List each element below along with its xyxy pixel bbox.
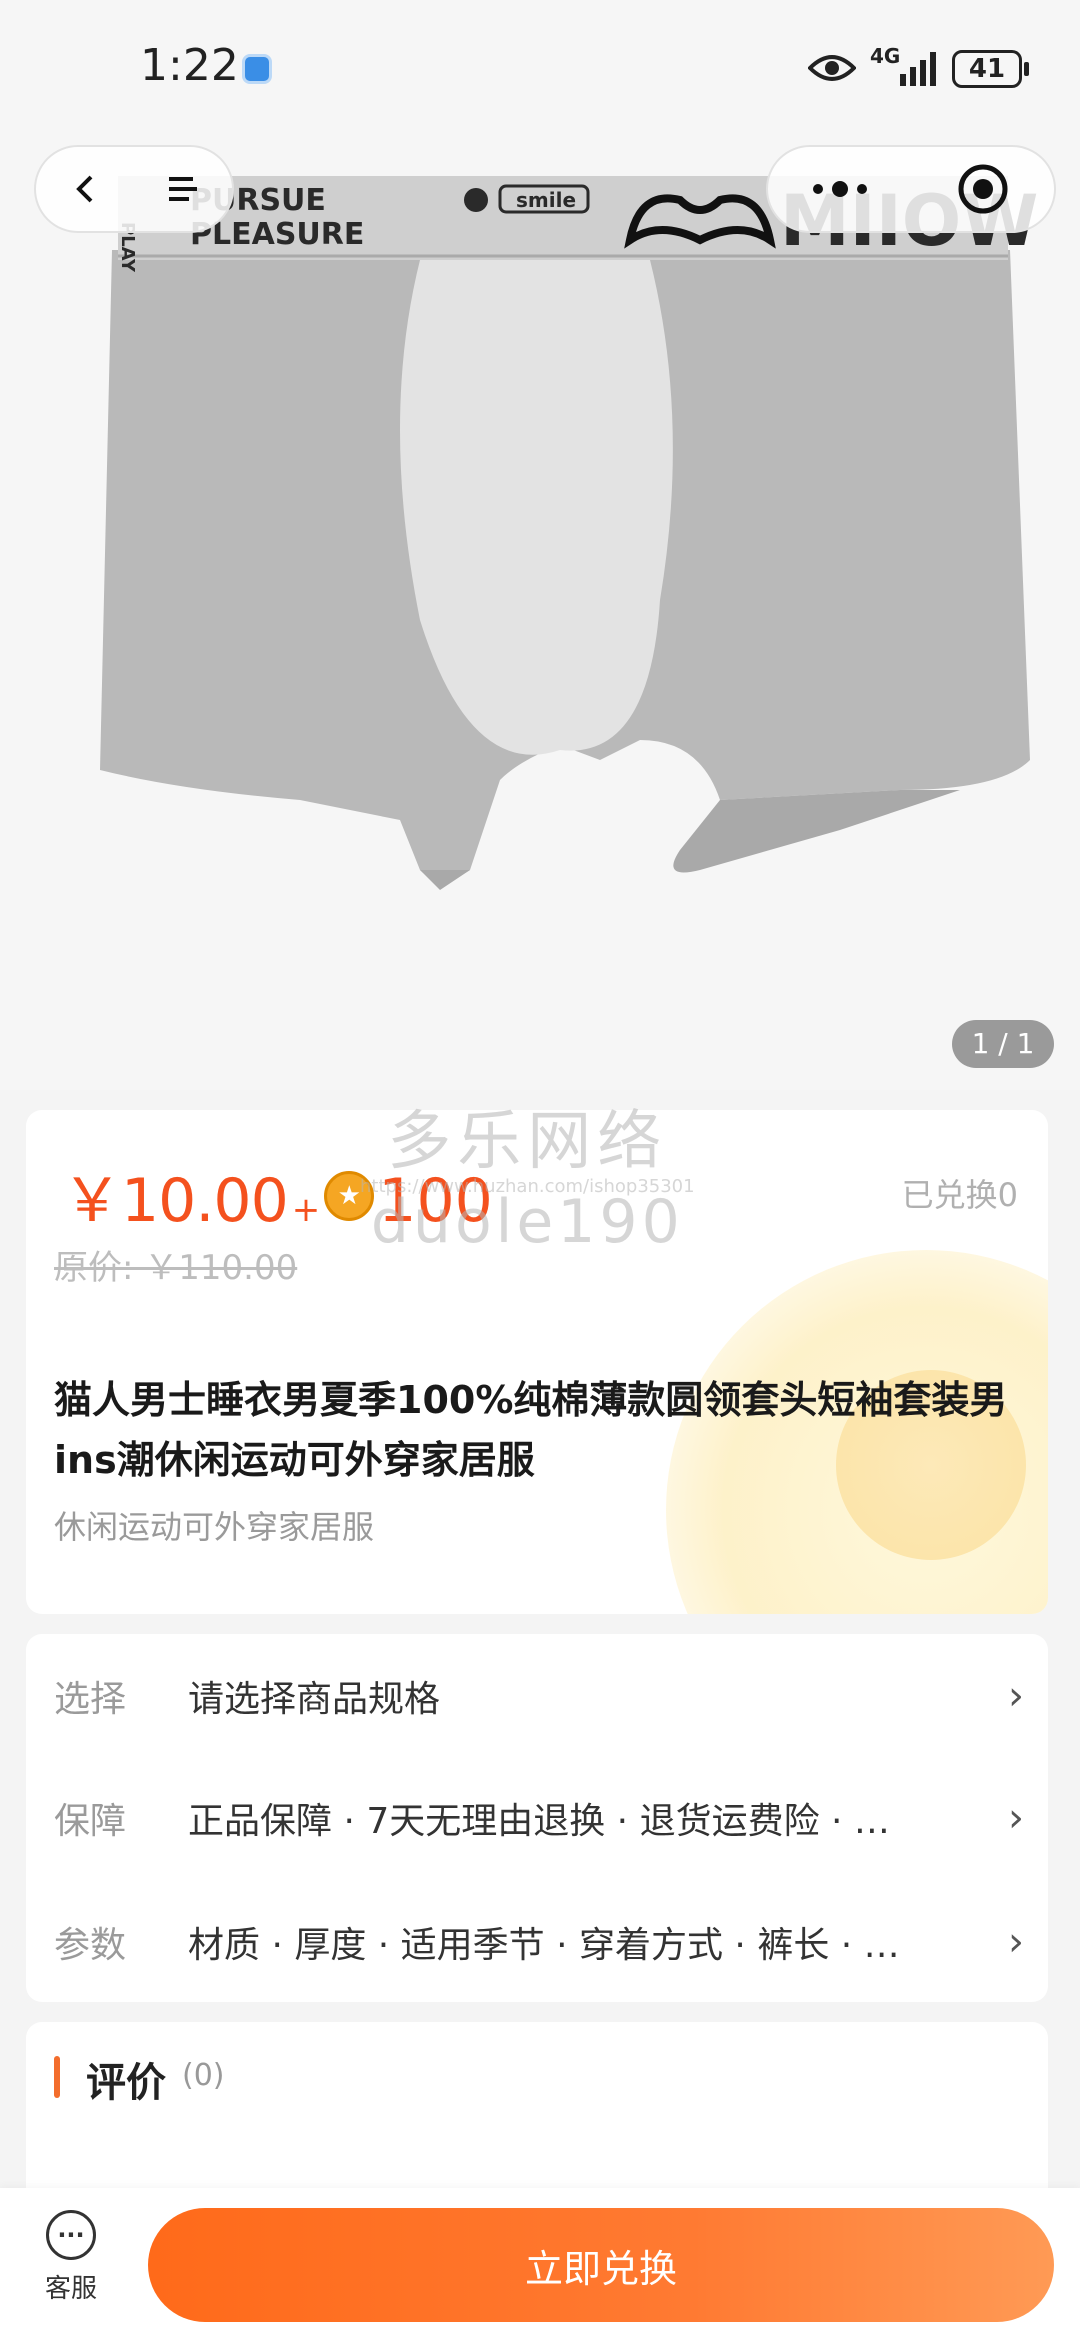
option-value: 材质 · 厚度 · 适用季节 · 穿着方式 · 裤长 · … bbox=[188, 1925, 900, 1966]
option-value: 正品保障 · 7天无理由退换 · 退货运费险 · … bbox=[188, 1801, 890, 1842]
image-page-indicator: 1 / 1 bbox=[952, 1020, 1054, 1068]
signal-icon bbox=[900, 52, 936, 86]
bottom-action-bar: ··· 客服 立即兑换 bbox=[0, 2188, 1080, 2340]
chevron-right-icon: › bbox=[1008, 1795, 1024, 1841]
back-icon bbox=[76, 175, 93, 203]
section-accent-bar bbox=[54, 2056, 60, 2098]
nav-left-capsule bbox=[34, 145, 234, 233]
price-plus: + bbox=[291, 1190, 321, 1230]
back-button[interactable] bbox=[36, 147, 134, 231]
redeem-now-button[interactable]: 立即兑换 bbox=[148, 2208, 1054, 2322]
watermark-line-3: duole190 bbox=[370, 1187, 684, 1257]
waistband-print-3: smile bbox=[516, 188, 576, 212]
chevron-right-icon: › bbox=[1008, 1919, 1024, 1965]
network-type: 4G bbox=[870, 44, 901, 68]
close-miniapp-button[interactable] bbox=[911, 147, 1054, 231]
status-time: 1:22 bbox=[140, 40, 239, 91]
option-row-guarantee[interactable]: 保障 正品保障 · 7天无理由退换 · 退货运费险 · … › bbox=[54, 1778, 1024, 1858]
watermark-line-1: 多乐网络 bbox=[387, 1105, 668, 1179]
option-row-params[interactable]: 参数 材质 · 厚度 · 适用季节 · 穿着方式 · 裤长 · … › bbox=[54, 1902, 1024, 1982]
reviews-count: (0) bbox=[182, 2058, 225, 2093]
battery-icon bbox=[1024, 62, 1029, 76]
chat-icon: ··· bbox=[46, 2210, 96, 2260]
option-label: 保障 bbox=[54, 1801, 127, 1842]
options-card: 选择 请选择商品规格 › 保障 正品保障 · 7天无理由退换 · 退货运费险 ·… bbox=[26, 1634, 1048, 2002]
price: ￥10.00 bbox=[62, 1166, 289, 1236]
product-title: 猫人男士睡衣男夏季100%纯棉薄款圆领套头短袖套装男ins潮休闲运动可外穿家居服 bbox=[54, 1378, 1008, 1482]
menu-icon bbox=[169, 177, 197, 201]
redeemed-count: 已兑换0 bbox=[901, 1176, 1018, 1214]
more-button[interactable] bbox=[768, 147, 911, 231]
miniapp-capsule bbox=[766, 145, 1056, 233]
option-value: 请选择商品规格 bbox=[188, 1679, 441, 1720]
more-icon bbox=[812, 181, 867, 197]
battery-level: 41 bbox=[952, 50, 1022, 88]
option-label: 选择 bbox=[54, 1679, 127, 1720]
original-price: 原价: ￥110.00 bbox=[54, 1248, 298, 1288]
customer-service-button[interactable]: ··· 客服 bbox=[34, 2210, 108, 2305]
product-image-carousel[interactable]: PURSUE PLEASURE PLAY smile MIIOW 1 / 1 bbox=[0, 0, 1080, 1090]
status-bar: 1:22 4G 41 bbox=[0, 0, 1080, 130]
eye-icon bbox=[808, 55, 856, 81]
option-row-select[interactable]: 选择 请选择商品规格 › bbox=[54, 1656, 1024, 1736]
chevron-right-icon: › bbox=[1008, 1673, 1024, 1719]
product-subtitle: 休闲运动可外穿家居服 bbox=[54, 1508, 375, 1546]
option-label: 参数 bbox=[54, 1925, 127, 1966]
customer-service-label: 客服 bbox=[44, 2274, 97, 2304]
menu-button[interactable] bbox=[134, 147, 232, 231]
reviews-title: 评价 bbox=[86, 2060, 166, 2106]
shield-icon bbox=[242, 54, 272, 84]
watermark: 多乐网络 https://www.huzhan.com/ishop35301 d… bbox=[360, 1090, 695, 1257]
capsule-icon bbox=[958, 164, 1007, 214]
